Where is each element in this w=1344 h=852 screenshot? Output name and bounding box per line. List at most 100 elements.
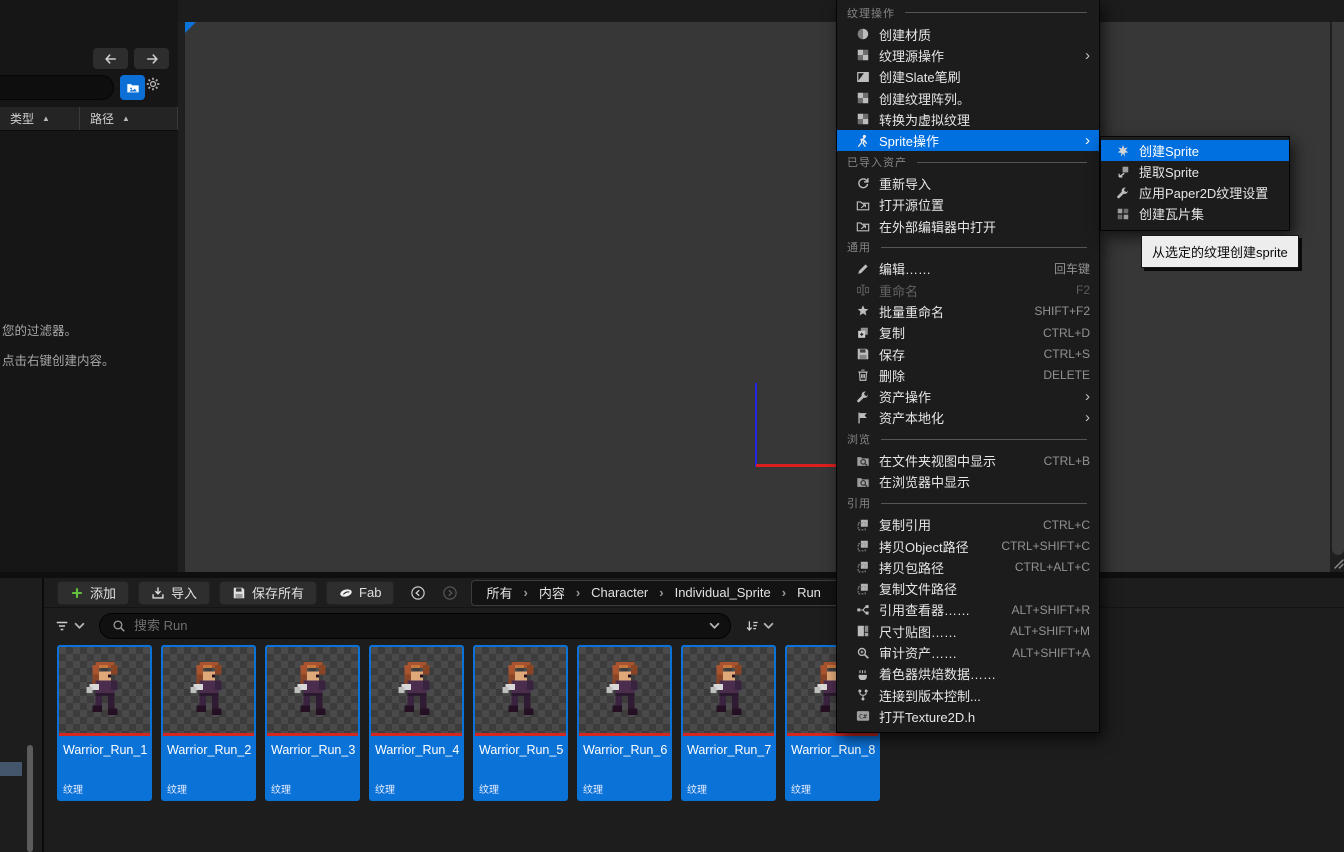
asset-tile[interactable]: Warrior_Run_3纹理 [265, 645, 360, 801]
menu-item[interactable]: 复制引用CTRL+C [837, 514, 1099, 535]
filter-button[interactable] [55, 619, 85, 633]
menu-item[interactable]: 创建Sprite [1101, 140, 1289, 161]
menu-item[interactable]: 尺寸贴图……ALT+SHIFT+M [837, 621, 1099, 642]
asset-tile[interactable]: Warrior_Run_6纹理 [577, 645, 672, 801]
menu-item-label: 着色器烘焙数据…… [879, 664, 996, 683]
menu-item[interactable]: 在浏览器中显示 [837, 471, 1099, 492]
column-header-type[interactable]: 类型 ▲ [0, 107, 79, 130]
breadcrumb-item[interactable]: Character [591, 585, 648, 600]
menu-item-label: Sprite操作 [879, 131, 939, 150]
save-all-button[interactable]: 保存所有 [219, 581, 317, 605]
material-sphere-icon [855, 26, 871, 42]
size-map-icon [855, 623, 871, 639]
menu-item[interactable]: 创建Slate笔刷 [837, 66, 1099, 87]
asset-tile[interactable]: Warrior_Run_1纹理 [57, 645, 152, 801]
resize-grip-icon[interactable] [1332, 557, 1344, 570]
axis-y-line [755, 383, 757, 467]
menu-item[interactable]: 资产本地化› [837, 407, 1099, 428]
menu-item[interactable]: 打开源位置 [837, 194, 1099, 215]
breadcrumb[interactable]: 所有›内容›Character›Individual_Sprite›Run [471, 580, 871, 606]
menu-item-label: 创建Sprite [1139, 141, 1199, 160]
import-button[interactable]: 导入 [138, 581, 210, 605]
menu-item[interactable]: 拷贝Object路径CTRL+SHIFT+C [837, 535, 1099, 556]
asset-tile[interactable]: Warrior_Run_5纹理 [473, 645, 568, 801]
menu-item[interactable]: 资产操作› [837, 386, 1099, 407]
menu-item[interactable]: 提取Sprite [1101, 161, 1289, 182]
menu-item[interactable]: C#打开Texture2D.h [837, 706, 1099, 727]
menu-section-header: 浏览 [837, 429, 1099, 451]
forward-button[interactable] [134, 48, 169, 69]
batch-rename-icon [855, 303, 871, 319]
sprite-editor-viewport[interactable] [185, 22, 1330, 572]
menu-item[interactable]: 在外部编辑器中打开 [837, 215, 1099, 236]
edit-pencil-icon [855, 261, 871, 277]
menu-section-label: 纹理操作 [847, 5, 895, 21]
menu-item[interactable]: 创建纹理阵列。 [837, 87, 1099, 108]
copy-reference-icon [855, 517, 871, 533]
asset-tile[interactable]: Warrior_Run_7纹理 [681, 645, 776, 801]
menu-item[interactable]: 删除DELETE [837, 365, 1099, 386]
column-header-path[interactable]: 路径 ▲ [80, 107, 177, 130]
menu-section-header: 通用 [837, 237, 1099, 259]
panel-search-input[interactable] [0, 75, 114, 100]
asset-tile[interactable]: Warrior_Run_2纹理 [161, 645, 256, 801]
collections-search-icon[interactable] [5, 619, 24, 638]
asset-search-input[interactable] [134, 618, 709, 633]
menu-item[interactable]: 引用查看器……ALT+SHIFT+R [837, 599, 1099, 620]
breadcrumb-item[interactable]: 内容 [539, 583, 565, 602]
filter-hint-text: 您的过滤器。 [2, 320, 77, 339]
circle-back-arrow-icon [411, 586, 425, 600]
breadcrumb-item[interactable]: 所有 [486, 583, 512, 602]
breadcrumb-chevron-icon: › [576, 585, 580, 600]
sources-scrollbar[interactable] [27, 745, 33, 852]
asset-search-box[interactable] [99, 613, 731, 639]
sources-search-icon[interactable] [5, 582, 24, 601]
menu-item[interactable]: 应用Paper2D纹理设置 [1101, 182, 1289, 203]
sprite-run-icon [855, 133, 871, 149]
chevron-down-icon [74, 622, 85, 629]
menu-item[interactable]: 审计资产……ALT+SHIFT+A [837, 642, 1099, 663]
chevron-down-icon[interactable] [709, 622, 720, 629]
menu-item[interactable]: 重命名F2 [837, 279, 1099, 300]
menu-item[interactable]: 重新导入 [837, 173, 1099, 194]
column-divider[interactable] [177, 107, 178, 130]
asset-name: Warrior_Run_7 [683, 736, 774, 757]
menu-item-shortcut: ALT+SHIFT+M [992, 624, 1090, 638]
menu-item[interactable]: 在文件夹视图中显示CTRL+B [837, 450, 1099, 471]
texture-checker-icon [855, 90, 871, 106]
menu-item[interactable]: 连接到版本控制... [837, 685, 1099, 706]
back-button[interactable] [93, 48, 128, 69]
menu-item-label: 拷贝Object路径 [879, 537, 969, 556]
sort-button[interactable] [745, 619, 774, 633]
menu-item[interactable]: 编辑……回车键 [837, 258, 1099, 279]
menu-item-shortcut: DELETE [1025, 368, 1090, 382]
breadcrumb-item[interactable]: Individual_Sprite [675, 585, 771, 600]
content-browser-search-row [44, 608, 1344, 643]
history-back-button[interactable] [407, 582, 428, 603]
menu-item[interactable]: Sprite操作› [837, 130, 1099, 151]
menu-item[interactable]: 着色器烘焙数据…… [837, 663, 1099, 684]
history-forward-button[interactable] [439, 582, 460, 603]
gear-icon[interactable] [146, 77, 167, 98]
submenu-arrow-icon: › [1085, 389, 1090, 404]
add-button[interactable]: 添加 [57, 581, 129, 605]
menu-item-label: 创建纹理阵列。 [879, 89, 970, 108]
copy-reference-icon [855, 538, 871, 554]
version-control-icon [855, 687, 871, 703]
menu-item[interactable]: 拷贝包路径CTRL+ALT+C [837, 557, 1099, 578]
menu-item[interactable]: 保存CTRL+S [837, 343, 1099, 364]
menu-item[interactable]: 复制文件路径 [837, 578, 1099, 599]
column-label: 路径 [90, 110, 114, 127]
asset-tile[interactable]: Warrior_Run_4纹理 [369, 645, 464, 801]
menu-item[interactable]: 纹理源操作› [837, 45, 1099, 66]
menu-item-shortcut: CTRL+D [1025, 326, 1090, 340]
save-dirty-packages-button[interactable] [120, 75, 145, 100]
breadcrumb-item[interactable]: Run [797, 585, 821, 600]
menu-item[interactable]: 转换为虚拟纹理 [837, 109, 1099, 130]
menu-item[interactable]: 创建材质 [837, 24, 1099, 45]
menu-item[interactable]: 复制CTRL+D [837, 322, 1099, 343]
fab-button[interactable]: Fab [326, 581, 394, 605]
menu-item[interactable]: 批量重命名SHIFT+F2 [837, 301, 1099, 322]
menu-item[interactable]: 创建瓦片集 [1101, 203, 1289, 224]
selected-source-item[interactable] [0, 762, 22, 776]
